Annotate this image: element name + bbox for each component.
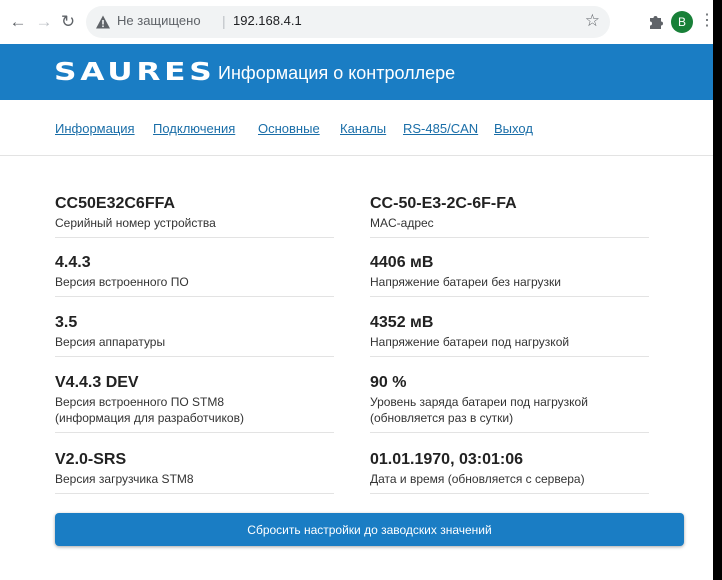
info-label: Серийный номер устройства	[55, 216, 216, 230]
info-value: V2.0-SRS	[55, 451, 127, 468]
info-label: Версия встроенного ПО STM8 (информация д…	[55, 395, 244, 425]
info-label: Уровень заряда батареи под нагрузкой (об…	[370, 395, 588, 425]
info-value: 4352 мВ	[370, 314, 434, 331]
page-header: SAURES Информация о контроллере	[0, 44, 713, 100]
warning-icon[interactable]	[95, 14, 111, 30]
nav-tabs: Информация Подключения Основные Каналы R…	[0, 100, 713, 156]
reload-icon[interactable]: ↻	[58, 12, 78, 32]
info-value: 3.5	[55, 314, 78, 331]
info-item-serial: CC50E32C6FFA Серийный номер устройства	[55, 194, 334, 238]
tab-exit[interactable]: Выход	[494, 121, 533, 136]
separator: |	[222, 13, 226, 29]
info-label: Версия аппаратуры	[55, 335, 166, 349]
saures-logo: SAURES	[54, 57, 216, 86]
info-item-bootloader: V2.0-SRS Версия загрузчика STM8	[55, 450, 334, 494]
back-arrow-icon[interactable]: ←	[8, 12, 28, 32]
info-label: MAC-адрес	[370, 216, 434, 230]
tab-rs485-can[interactable]: RS-485/CAN	[403, 121, 478, 136]
info-item-hardware: 3.5 Версия аппаратуры	[55, 313, 334, 357]
info-value: CC-50-E3-2C-6F-FA	[370, 195, 517, 212]
browser-window: ← → ↻ Не защищено | 192.168.4.1 ☆ B ⋮ SA…	[0, 0, 713, 580]
info-value: 4.4.3	[55, 254, 91, 271]
security-status[interactable]: Не защищено	[117, 13, 201, 28]
tab-connections[interactable]: Подключения	[153, 121, 235, 136]
browser-toolbar: ← → ↻ Не защищено | 192.168.4.1 ☆ B ⋮	[0, 0, 713, 44]
info-item-battery-load: 4352 мВ Напряжение батареи под нагрузкой	[370, 313, 649, 357]
info-label: Напряжение батареи под нагрузкой	[370, 335, 570, 349]
info-label: Напряжение батареи без нагрузки	[370, 275, 561, 289]
extensions-puzzle-icon[interactable]	[646, 11, 666, 31]
info-value: CC50E32C6FFA	[55, 195, 176, 212]
info-label: Дата и время (обновляется с сервера)	[370, 472, 585, 486]
info-value: 90 %	[370, 374, 407, 391]
address-bar[interactable]: Не защищено | 192.168.4.1 ☆	[86, 6, 610, 38]
info-label: Версия встроенного ПО	[55, 275, 189, 289]
tab-info[interactable]: Информация	[55, 121, 135, 136]
info-item-firmware: 4.4.3 Версия встроенного ПО	[55, 253, 334, 297]
forward-arrow-icon[interactable]: →	[34, 12, 54, 32]
info-item-battery-no-load: 4406 мВ Напряжение батареи без нагрузки	[370, 253, 649, 297]
info-item-battery-charge: 90 % Уровень заряда батареи под нагрузко…	[370, 373, 649, 433]
page-title: Информация о контроллере	[218, 63, 456, 83]
url-text[interactable]: 192.168.4.1	[233, 13, 302, 28]
browser-menu-icon[interactable]: ⋮	[699, 10, 713, 30]
tab-main[interactable]: Основные	[258, 121, 320, 136]
factory-reset-button[interactable]: Сбросить настройки до заводских значений	[55, 513, 684, 546]
tab-channels[interactable]: Каналы	[340, 121, 386, 136]
info-item-stm8-firmware: V4.4.3 DEV Версия встроенного ПО STM8 (и…	[55, 373, 334, 433]
info-value: V4.4.3 DEV	[55, 374, 139, 391]
info-item-mac: CC-50-E3-2C-6F-FA MAC-адрес	[370, 194, 649, 238]
info-value: 01.01.1970, 03:01:06	[370, 451, 524, 468]
profile-avatar[interactable]: B	[671, 11, 693, 33]
info-label: Версия загрузчика STM8	[55, 472, 194, 486]
info-item-datetime: 01.01.1970, 03:01:06 Дата и время (обнов…	[370, 450, 649, 494]
info-value: 4406 мВ	[370, 254, 434, 271]
bookmark-star-icon[interactable]: ☆	[585, 11, 600, 31]
